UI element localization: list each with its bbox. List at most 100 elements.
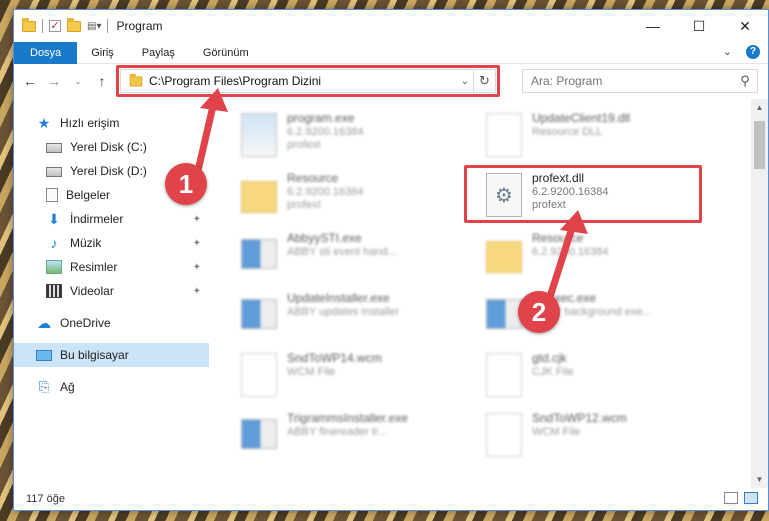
maximize-button[interactable]: ☐ xyxy=(676,10,722,42)
file-company: profext xyxy=(287,199,321,211)
sidebar-item-network[interactable]: ⎘ Ağ xyxy=(14,375,209,399)
tab-file[interactable]: Dosya xyxy=(14,41,78,64)
sidebar-item-onedrive[interactable]: ☁ OneDrive xyxy=(14,311,209,335)
file-type: ABBY sti event hand... xyxy=(287,246,397,258)
pin-icon[interactable]: ✦ xyxy=(193,214,201,225)
search-icon[interactable]: ⚲ xyxy=(733,73,757,89)
properties-icon[interactable]: ✓ xyxy=(49,20,61,32)
scroll-down-icon[interactable]: ▼ xyxy=(751,475,768,484)
file-item[interactable]: AbbyySTI.exe ABBY sti event hand... xyxy=(229,229,469,285)
sidebar-item-disk-c[interactable]: Yerel Disk (C:) xyxy=(14,135,209,159)
up-button[interactable]: ↑ xyxy=(92,73,112,89)
minimize-button[interactable]: — xyxy=(630,10,676,42)
file-type: ABBY updates installer xyxy=(287,306,400,318)
search-input[interactable] xyxy=(531,74,733,88)
tiles-view-icon[interactable] xyxy=(744,492,758,504)
pin-icon[interactable]: ✦ xyxy=(193,238,201,249)
scroll-up-icon[interactable]: ▲ xyxy=(751,103,768,112)
sidebar-item-label: Resimler xyxy=(70,260,118,274)
refresh-icon[interactable]: ↻ xyxy=(473,70,495,92)
file-name: UpdateClient19.dll xyxy=(532,111,631,125)
quick-access-toolbar: ✓ ▤▾ xyxy=(22,17,109,33)
file-name: Resource xyxy=(287,171,339,185)
title-bar: ✓ ▤▾ Program — ☐ ✕ xyxy=(14,10,768,42)
folder-icon xyxy=(486,241,522,273)
file-company: profext xyxy=(532,199,566,211)
sidebar-item-label: Müzik xyxy=(70,236,102,250)
address-path[interactable]: C:\Program Files\Program Dizini xyxy=(149,74,457,88)
file-type: ABBY finereader tr... xyxy=(287,426,388,438)
tab-view[interactable]: Görünüm xyxy=(189,42,263,64)
new-folder-icon[interactable] xyxy=(67,17,81,32)
navigation-pane: ★ Hızlı erişim Yerel Disk (C:) Yerel Dis… xyxy=(14,99,209,488)
tab-share[interactable]: Paylaş xyxy=(128,42,189,64)
window-title: Program xyxy=(116,19,163,33)
sidebar-item-music[interactable]: ♪ Müzik ✦ xyxy=(14,231,209,255)
file-version: 6.2.9200.16384 xyxy=(532,246,609,258)
file-item[interactable]: gtd.cjk CJK File xyxy=(474,349,714,405)
star-icon: ★ xyxy=(37,115,51,131)
file-company: profext xyxy=(287,139,321,151)
tab-home[interactable]: Giriş xyxy=(77,42,128,64)
scrollbar-thumb[interactable] xyxy=(754,121,765,169)
sidebar-item-videos[interactable]: Videolar ✦ xyxy=(14,279,209,303)
back-button[interactable]: ← xyxy=(20,73,40,89)
file-item[interactable]: Resource 6.2.9200.16384 profext xyxy=(229,169,469,225)
main-content: ★ Hızlı erişim Yerel Disk (C:) Yerel Dis… xyxy=(14,99,768,488)
file-type: WCM File xyxy=(532,426,581,438)
vertical-scrollbar[interactable]: ▲ ▼ xyxy=(751,99,768,488)
details-view-icon[interactable] xyxy=(724,492,738,504)
folder-icon xyxy=(22,17,36,32)
sidebar-item-label: Yerel Disk (C:) xyxy=(70,140,147,154)
ribbon-tabs: Dosya Giriş Paylaş Görünüm ⌄ ? xyxy=(14,41,768,64)
file-name: profext.dll xyxy=(532,171,585,185)
executable-icon xyxy=(241,113,277,157)
recent-locations-icon[interactable]: ⌄ xyxy=(68,76,88,87)
forward-button[interactable]: → xyxy=(44,73,64,89)
file-item[interactable]: program.exe 6.2.9200.16384 profext xyxy=(229,109,469,165)
sidebar-item-label: Yerel Disk (D:) xyxy=(70,164,147,178)
sidebar-item-label: Hızlı erişim xyxy=(60,116,120,130)
file-item[interactable]: SndToWP14.wcm WCM File xyxy=(229,349,469,405)
pin-icon[interactable]: ✦ xyxy=(193,286,201,297)
file-item[interactable]: UpdateClient19.dll Resource DLL xyxy=(474,109,714,165)
item-count: 117 öğe xyxy=(26,493,65,505)
file-item[interactable]: SndToWP12.wcm WCM File xyxy=(474,409,714,465)
file-item[interactable]: UpdateInstaller.exe ABBY updates installe… xyxy=(229,289,469,345)
sidebar-item-downloads[interactable]: ⬇ İndirmeler ✦ xyxy=(14,207,209,231)
search-box[interactable]: ⚲ xyxy=(522,69,758,93)
step-1-badge: 1 xyxy=(165,163,207,205)
download-icon: ⬇ xyxy=(48,211,60,227)
file-name: TrigrammsInstaller.exe xyxy=(287,411,408,425)
explorer-window: ✓ ▤▾ Program — ☐ ✕ Dosya Giriş Paylaş Gö… xyxy=(13,9,769,511)
help-icon[interactable]: ? xyxy=(746,45,760,59)
sidebar-item-this-pc[interactable]: Bu bilgisayar xyxy=(14,343,209,367)
file-item[interactable]: TrigrammsInstaller.exe ABBY finereader tr… xyxy=(229,409,469,465)
file-item[interactable]: ShExec.exe ABBY background exe... xyxy=(474,289,714,345)
chevron-down-icon[interactable]: ⌄ xyxy=(457,76,473,87)
gear-icon: ⚙ xyxy=(486,173,522,217)
folder-icon xyxy=(241,181,277,213)
close-button[interactable]: ✕ xyxy=(722,10,768,42)
status-bar: 117 öğe xyxy=(14,488,768,510)
drive-icon xyxy=(46,143,62,153)
videos-icon xyxy=(46,284,62,298)
address-bar[interactable]: C:\Program Files\Program Dizini ⌄ ↻ xyxy=(116,65,500,97)
file-item[interactable]: Resource 6.2.9200.16384 xyxy=(474,229,714,285)
pin-icon[interactable]: ✦ xyxy=(193,262,201,273)
executable-icon xyxy=(241,239,277,269)
toolbar-divider xyxy=(107,19,109,33)
customize-toolbar-icon[interactable]: ▤▾ xyxy=(87,21,101,32)
file-list: program.exe 6.2.9200.16384 profext UpdateC… xyxy=(209,99,768,488)
file-item-profext-dll[interactable]: ⚙ profext.dll 6.2.9200.16384 profext xyxy=(474,169,714,225)
sidebar-item-quick-access[interactable]: ★ Hızlı erişim xyxy=(14,111,209,135)
step-2-badge: 2 xyxy=(518,291,560,333)
sidebar-item-label: Bu bilgisayar xyxy=(60,348,129,362)
file-icon xyxy=(486,413,522,457)
sidebar-item-pictures[interactable]: Resimler ✦ xyxy=(14,255,209,279)
sidebar-item-label: Ağ xyxy=(60,380,75,394)
file-name: Resource xyxy=(532,231,584,245)
file-name: SndToWP12.wcm xyxy=(532,411,627,425)
expand-ribbon-icon[interactable]: ⌄ xyxy=(723,45,732,59)
cloud-icon: ☁ xyxy=(37,315,51,331)
